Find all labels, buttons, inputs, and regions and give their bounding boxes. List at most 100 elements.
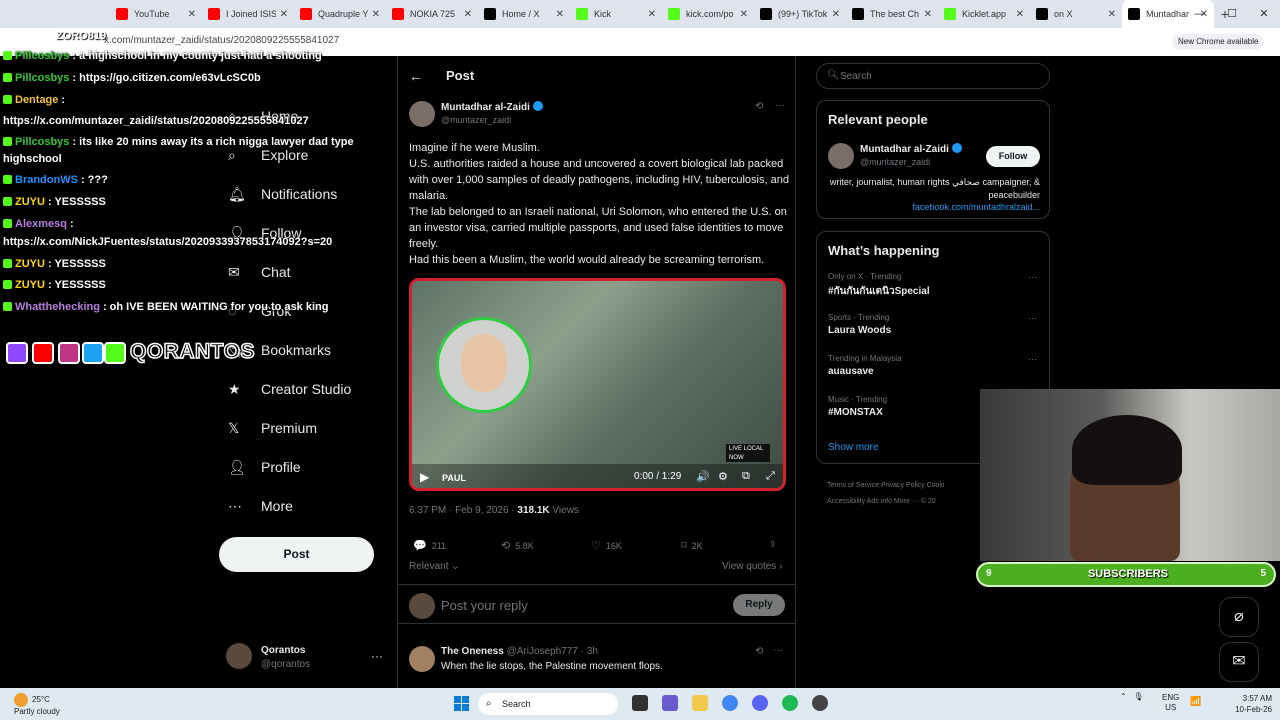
browser-tab[interactable]: The best Ch ✕ xyxy=(846,0,938,28)
browser-tab[interactable]: on X ✕ xyxy=(1030,0,1122,28)
repost-action[interactable]: ⟲ 5.8K xyxy=(501,539,534,552)
author-handle[interactable]: @muntazer_zaidi xyxy=(441,115,511,125)
trend-item[interactable]: Only on X · Trending #กันกันกันเตนิวSpec… xyxy=(828,272,1037,299)
windows-start-icon[interactable] xyxy=(454,696,470,712)
show-more-link[interactable]: Show more xyxy=(828,442,879,453)
file-explorer-icon[interactable] xyxy=(692,695,708,711)
chevron-up-icon[interactable]: ⌃ xyxy=(1120,692,1127,701)
trend-item[interactable]: Trending in Malaysia auausave ··· xyxy=(828,354,1037,377)
grok-icon[interactable]: ⟲ xyxy=(755,101,763,112)
chat-username: Whatthehecking xyxy=(15,301,100,313)
tab-close-icon[interactable]: ✕ xyxy=(372,9,380,20)
grok-icon[interactable]: ⟲ xyxy=(755,646,763,657)
account-switcher[interactable]: Qorantos @qorantos ··· xyxy=(226,643,386,673)
copilot-icon[interactable] xyxy=(662,695,678,711)
view-quotes-link[interactable]: View quotes › xyxy=(722,561,782,572)
browser-tab[interactable]: Home / X ✕ xyxy=(478,0,570,28)
mic-icon[interactable]: 🎙 xyxy=(1133,692,1143,701)
more-icon[interactable]: ··· xyxy=(1028,313,1037,323)
back-arrow-icon[interactable]: ← xyxy=(409,68,423,84)
tab-close-icon[interactable]: ✕ xyxy=(464,9,472,20)
trend-item[interactable]: Sports · Trending Laura Woods ··· xyxy=(828,313,1037,336)
fullscreen-icon[interactable]: ⤢ xyxy=(766,470,775,483)
weather-widget[interactable]: 25°C Partly cloudy xyxy=(14,693,60,717)
obs-icon[interactable] xyxy=(812,695,828,711)
browser-tab[interactable]: Quadruple Y ✕ xyxy=(294,0,386,28)
nav-item-creator-studio[interactable]: ★ Creator Studio xyxy=(228,381,351,397)
volume-icon[interactable]: 🔊 xyxy=(696,470,710,483)
reply-button[interactable]: Reply xyxy=(733,594,785,616)
wifi-icon[interactable]: 📶 xyxy=(1190,696,1201,707)
browser-tab[interactable]: I Joined ISIS ✕ xyxy=(202,0,294,28)
author-name-text: Muntadhar al-Zaidi xyxy=(441,102,530,113)
url-field[interactable]: x.com/muntazer_zaidi/status/202080922555… xyxy=(104,35,339,46)
browser-tab[interactable]: Kick ✕ xyxy=(570,0,662,28)
task-view-icon[interactable] xyxy=(632,695,648,711)
tab-close-icon[interactable]: ✕ xyxy=(556,9,564,20)
tab-close-icon[interactable]: ✕ xyxy=(648,9,656,20)
bio-link[interactable]: facebook.com/muntadhralzaid... xyxy=(828,202,1040,212)
nav-item-chat[interactable]: ✉ Chat xyxy=(228,264,291,280)
messages-fab-icon[interactable]: ✉ xyxy=(1219,642,1259,682)
more-icon[interactable]: ··· xyxy=(1028,272,1037,282)
more-icon[interactable]: ··· xyxy=(775,100,785,111)
close-icon[interactable]: ✕ xyxy=(1248,0,1280,28)
chrome-icon[interactable] xyxy=(722,695,738,711)
reply-action[interactable]: 💬 211 xyxy=(413,539,446,552)
pip-icon[interactable]: ⧉ xyxy=(742,470,750,483)
browser-tab[interactable]: NOKIA 725 ✕ xyxy=(386,0,478,28)
tab-close-icon[interactable]: ✕ xyxy=(188,9,196,20)
trend-item[interactable]: Music · Trending #MONSTAX xyxy=(828,395,887,418)
play-icon[interactable]: ▶ xyxy=(420,470,429,484)
avatar[interactable] xyxy=(409,646,435,672)
reply-author[interactable]: The Oneness @AriJoseph777 · 3h xyxy=(441,646,598,657)
more-icon[interactable]: ··· xyxy=(773,645,783,656)
footer-line[interactable]: Accessibility Ads info More ··· © 20 xyxy=(827,494,987,510)
post-button[interactable]: Post xyxy=(219,537,374,572)
nav-item-premium[interactable]: 𝕏 Premium xyxy=(228,420,317,436)
tab-close-icon[interactable]: ✕ xyxy=(1108,9,1116,20)
browser-tab[interactable]: (99+) TikTok ✕ xyxy=(754,0,846,28)
bookmark-count: 2K xyxy=(691,540,703,551)
tab-close-icon[interactable]: ✕ xyxy=(924,9,932,20)
video-player[interactable]: LIVE LOCAL NOW ▶ PAUL 0:00 / 1:29 🔊 ⚙ ⧉ … xyxy=(409,278,786,491)
sort-dropdown[interactable]: Relevant ⌄ xyxy=(409,561,460,572)
browser-tab[interactable]: Kicklet.app ✕ xyxy=(938,0,1030,28)
language-indicator[interactable]: ENG US xyxy=(1162,693,1179,713)
nav-item-notifications[interactable]: 🔔︎ Notifications xyxy=(228,186,337,202)
browser-tab[interactable]: kick.com/po ✕ xyxy=(662,0,754,28)
person-name[interactable]: Muntadhar al-Zaidi xyxy=(860,143,962,155)
nav-item-more[interactable]: ⋯ More xyxy=(228,498,293,514)
clock[interactable]: 3:57 AM 10-Feb-26 xyxy=(1226,693,1272,715)
share-icon[interactable]: ⇪ xyxy=(769,539,777,550)
tab-close-icon[interactable]: ✕ xyxy=(832,9,840,20)
minimize-icon[interactable]: — xyxy=(1184,0,1216,28)
tab-close-icon[interactable]: ✕ xyxy=(280,9,288,20)
reply-input[interactable]: Post your reply xyxy=(441,598,528,613)
settings-icon[interactable]: ⚙ xyxy=(718,470,728,483)
more-icon[interactable]: ··· xyxy=(371,649,383,663)
tab-close-icon[interactable]: ✕ xyxy=(1016,9,1024,20)
footer-line[interactable]: Terms of Service Privacy Policy Cooki xyxy=(827,478,987,494)
discord-icon[interactable] xyxy=(752,695,768,711)
search-input[interactable]: 🔍︎ Search xyxy=(816,63,1050,89)
spotify-icon[interactable] xyxy=(782,695,798,711)
maximize-icon[interactable]: ☐ xyxy=(1216,0,1248,28)
person-handle[interactable]: @muntazer_zaidi xyxy=(860,157,930,167)
browser-tab[interactable]: YouTube ✕ xyxy=(110,0,202,28)
taskbar-search[interactable]: ⌕ Search xyxy=(478,693,618,715)
like-action[interactable]: ♡ 16K xyxy=(591,539,622,552)
author-avatar[interactable] xyxy=(409,101,435,127)
post-timestamp[interactable]: 6:37 PM · Feb 9, 2026 · xyxy=(409,505,517,516)
avatar[interactable] xyxy=(828,143,854,169)
grok-fab-icon[interactable]: ⌀ xyxy=(1219,597,1259,637)
author-name[interactable]: Muntadhar al-Zaidi xyxy=(441,101,543,113)
nav-item-profile[interactable]: 👤︎ Profile xyxy=(228,459,301,475)
bookmark-action[interactable]: ⌑ 2K xyxy=(681,539,703,552)
tab-close-icon[interactable]: ✕ xyxy=(740,9,748,20)
system-tray[interactable]: ⌃ 🎙 xyxy=(1120,692,1144,701)
nav-item-explore[interactable]: ⌕ Explore xyxy=(228,147,308,163)
new-chrome-button[interactable]: New Chrome available xyxy=(1172,34,1265,50)
follow-button[interactable]: Follow xyxy=(986,146,1040,167)
more-icon[interactable]: ··· xyxy=(1028,354,1037,364)
